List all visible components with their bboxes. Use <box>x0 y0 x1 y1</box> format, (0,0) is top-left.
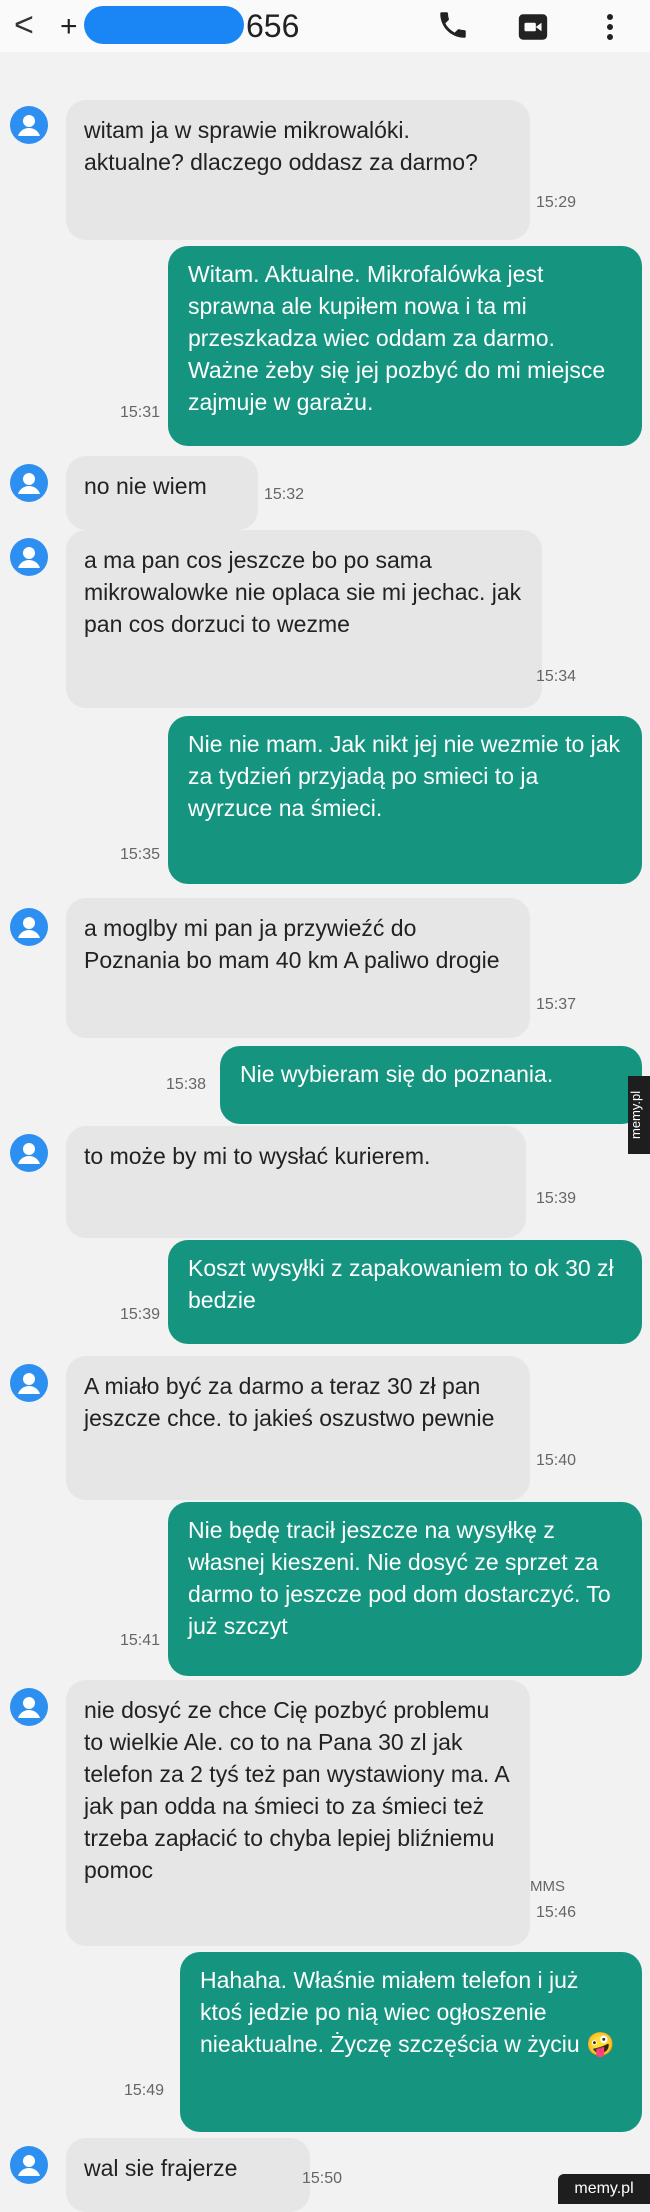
video-call-icon[interactable] <box>516 10 550 49</box>
contact-avatar-icon[interactable] <box>10 1688 48 1726</box>
message-text: Witam. Aktualne. Mikrofalówka jest spraw… <box>188 261 606 415</box>
incoming-message-bubble[interactable]: nie dosyć ze chce Cię pozbyć problemu to… <box>66 1680 530 1946</box>
outgoing-message-bubble[interactable]: Hahaha. Właśnie miałem telefon i już kto… <box>180 1952 642 2132</box>
message-text: Nie będę tracił jeszcze na wysyłkę z wła… <box>188 1517 611 1639</box>
corner-watermark: memy.pl <box>558 2174 650 2204</box>
message-text: nie dosyć ze chce Cię pozbyć problemu to… <box>84 1697 509 1883</box>
message-text: to może by mi to wysłać kurierem. <box>84 1143 431 1169</box>
message-time: 15:49 <box>124 2082 165 2099</box>
message-time: 15:32 <box>264 486 305 503</box>
message-text: Koszt wysyłki z zapakowaniem to ok 30 zł… <box>188 1255 614 1313</box>
contact-avatar-icon[interactable] <box>10 1134 48 1172</box>
phone-number-tail: 656 <box>246 8 300 44</box>
incoming-message-bubble[interactable]: to może by mi to wysłać kurierem. <box>66 1126 526 1238</box>
incoming-message-bubble[interactable]: a ma pan cos jeszcze bo po sama mikrowal… <box>66 530 542 708</box>
message-time: 15:31 <box>120 404 161 421</box>
more-options-icon[interactable] <box>604 12 616 47</box>
side-watermark: memy.pl <box>628 1076 650 1154</box>
contact-avatar-icon[interactable] <box>10 1364 48 1402</box>
message-time: 15:38 <box>166 1076 207 1093</box>
incoming-message-bubble[interactable]: a moglby mi pan ja przywieźć do Poznania… <box>66 898 530 1038</box>
message-time: 15:34 <box>536 668 577 685</box>
outgoing-message-bubble[interactable]: Nie wybieram się do poznania. <box>220 1046 642 1124</box>
message-text: a ma pan cos jeszcze bo po sama mikrowal… <box>84 547 522 637</box>
message-text: wal sie frajerze <box>84 2155 238 2181</box>
outgoing-message-bubble[interactable]: Koszt wysyłki z zapakowaniem to ok 30 zł… <box>168 1240 642 1344</box>
conversation-header: < + 656 <box>0 0 650 52</box>
incoming-message-bubble[interactable]: witam ja w sprawie mikrowalóki. aktualne… <box>66 100 530 240</box>
incoming-message-bubble[interactable]: no nie wiem <box>66 456 258 530</box>
message-text: Hahaha. Właśnie miałem telefon i już kto… <box>200 1967 615 2057</box>
mms-tag: MMS <box>530 1878 565 1895</box>
phone-number-prefix: + <box>60 10 78 43</box>
contact-avatar-icon[interactable] <box>10 538 48 576</box>
message-text: witam ja w sprawie mikrowalóki. aktualne… <box>84 117 478 175</box>
message-time: 15:41 <box>120 1632 161 1649</box>
outgoing-message-bubble[interactable]: Witam. Aktualne. Mikrofalówka jest spraw… <box>168 246 642 446</box>
message-time: 15:35 <box>120 846 161 863</box>
message-time: 15:40 <box>536 1452 577 1469</box>
message-text: no nie wiem <box>84 473 207 499</box>
message-text: Nie wybieram się do poznania. <box>240 1061 554 1087</box>
message-time: 15:39 <box>536 1190 577 1207</box>
contact-avatar-icon[interactable] <box>10 464 48 502</box>
message-text: a moglby mi pan ja przywieźć do Poznania… <box>84 915 500 973</box>
message-time: 15:50 <box>302 2170 343 2187</box>
contact-avatar-icon[interactable] <box>10 106 48 144</box>
message-time: 15:46 <box>536 1904 577 1921</box>
phone-call-icon[interactable] <box>436 8 470 47</box>
contact-avatar-icon[interactable] <box>10 2146 48 2184</box>
outgoing-message-bubble[interactable]: Nie będę tracił jeszcze na wysyłkę z wła… <box>168 1502 642 1676</box>
message-text: A miało być za darmo a teraz 30 zł pan j… <box>84 1373 495 1431</box>
message-time: 15:39 <box>120 1306 161 1323</box>
incoming-message-bubble[interactable]: A miało być za darmo a teraz 30 zł pan j… <box>66 1356 530 1500</box>
back-button[interactable]: < <box>14 8 34 42</box>
message-time: 15:37 <box>536 996 577 1013</box>
message-text: Nie nie mam. Jak nikt jej nie wezmie to … <box>188 731 621 821</box>
contact-avatar-icon[interactable] <box>10 908 48 946</box>
message-time: 15:29 <box>536 194 577 211</box>
incoming-message-bubble[interactable]: wal sie frajerze <box>66 2138 310 2212</box>
outgoing-message-bubble[interactable]: Nie nie mam. Jak nikt jej nie wezmie to … <box>168 716 642 884</box>
redacted-number-blur <box>84 6 244 44</box>
